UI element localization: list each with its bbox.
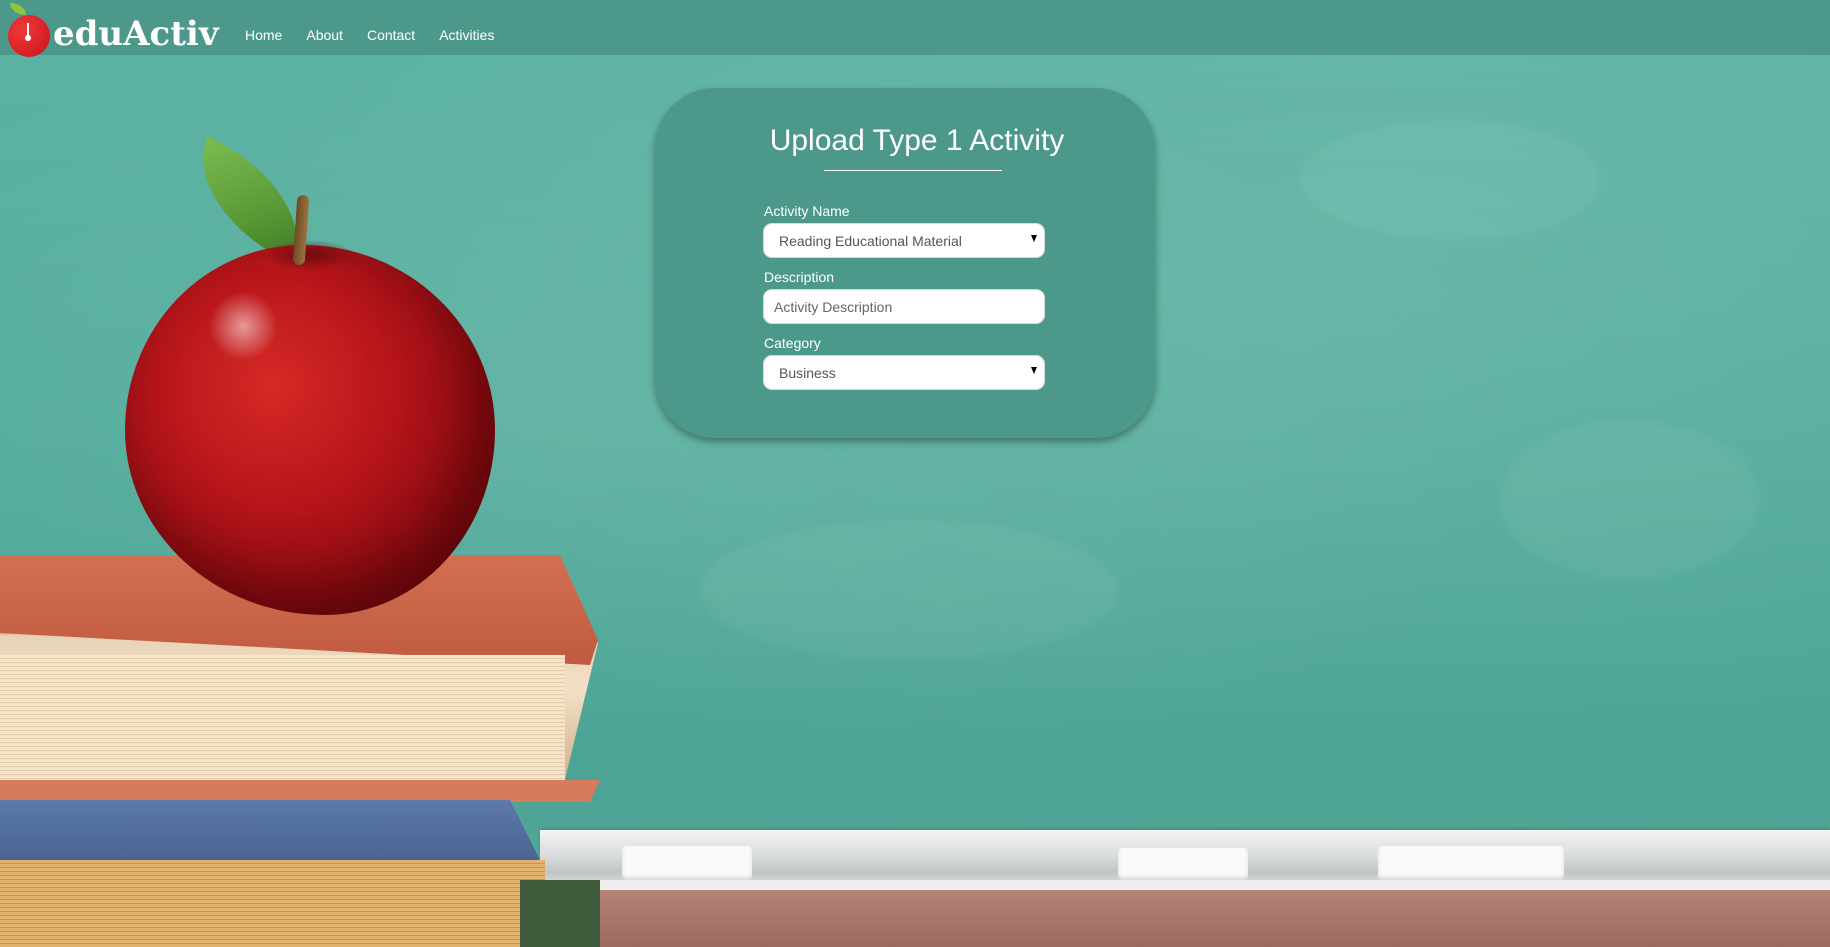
logo[interactable]: eduActiv bbox=[8, 2, 219, 58]
activity-name-select[interactable]: Reading Educational Material bbox=[764, 224, 1044, 257]
eraser bbox=[1118, 848, 1248, 880]
activity-name-value: Reading Educational Material bbox=[779, 232, 962, 249]
chalk-smudge bbox=[1500, 420, 1760, 580]
book-tan bbox=[0, 860, 545, 947]
activity-name-label: Activity Name bbox=[764, 203, 850, 219]
nav-link-about[interactable]: About bbox=[306, 27, 343, 43]
eraser bbox=[1378, 846, 1564, 880]
logo-text: eduActiv bbox=[53, 13, 219, 54]
category-value: Business bbox=[779, 364, 836, 381]
upload-panel: Upload Type 1 Activity Activity Name Rea… bbox=[655, 88, 1155, 438]
panel-title: Upload Type 1 Activity bbox=[769, 124, 1065, 157]
description-input[interactable]: Activity Description bbox=[764, 290, 1044, 323]
book-dark bbox=[520, 880, 600, 947]
apple-logo-icon bbox=[8, 2, 50, 57]
book-red-bottom bbox=[0, 780, 600, 802]
chalk-smudge bbox=[1300, 120, 1600, 240]
nav-link-home[interactable]: Home bbox=[245, 27, 282, 43]
description-label: Description bbox=[764, 269, 835, 285]
nav-link-activities[interactable]: Activities bbox=[439, 27, 494, 43]
title-divider bbox=[824, 170, 1002, 171]
chalk-tray-lip bbox=[540, 880, 1830, 890]
caret-down-icon bbox=[1031, 367, 1037, 374]
apple-dimple bbox=[265, 240, 355, 270]
caret-down-icon bbox=[1031, 235, 1037, 242]
book-pages bbox=[0, 655, 565, 790]
chalk-piece bbox=[622, 846, 752, 880]
navbar: eduActiv Home About Contact Activities bbox=[0, 0, 1830, 58]
nav-link-contact[interactable]: Contact bbox=[367, 27, 415, 43]
description-placeholder: Activity Description bbox=[774, 298, 893, 315]
floor bbox=[540, 890, 1830, 947]
nav-links: Home About Contact Activities bbox=[245, 0, 518, 70]
category-select[interactable]: Business bbox=[764, 356, 1044, 389]
page: eduActiv Home About Contact Activities U… bbox=[0, 0, 1830, 947]
category-label: Category bbox=[764, 335, 821, 351]
chalk-smudge bbox=[700, 520, 1120, 660]
